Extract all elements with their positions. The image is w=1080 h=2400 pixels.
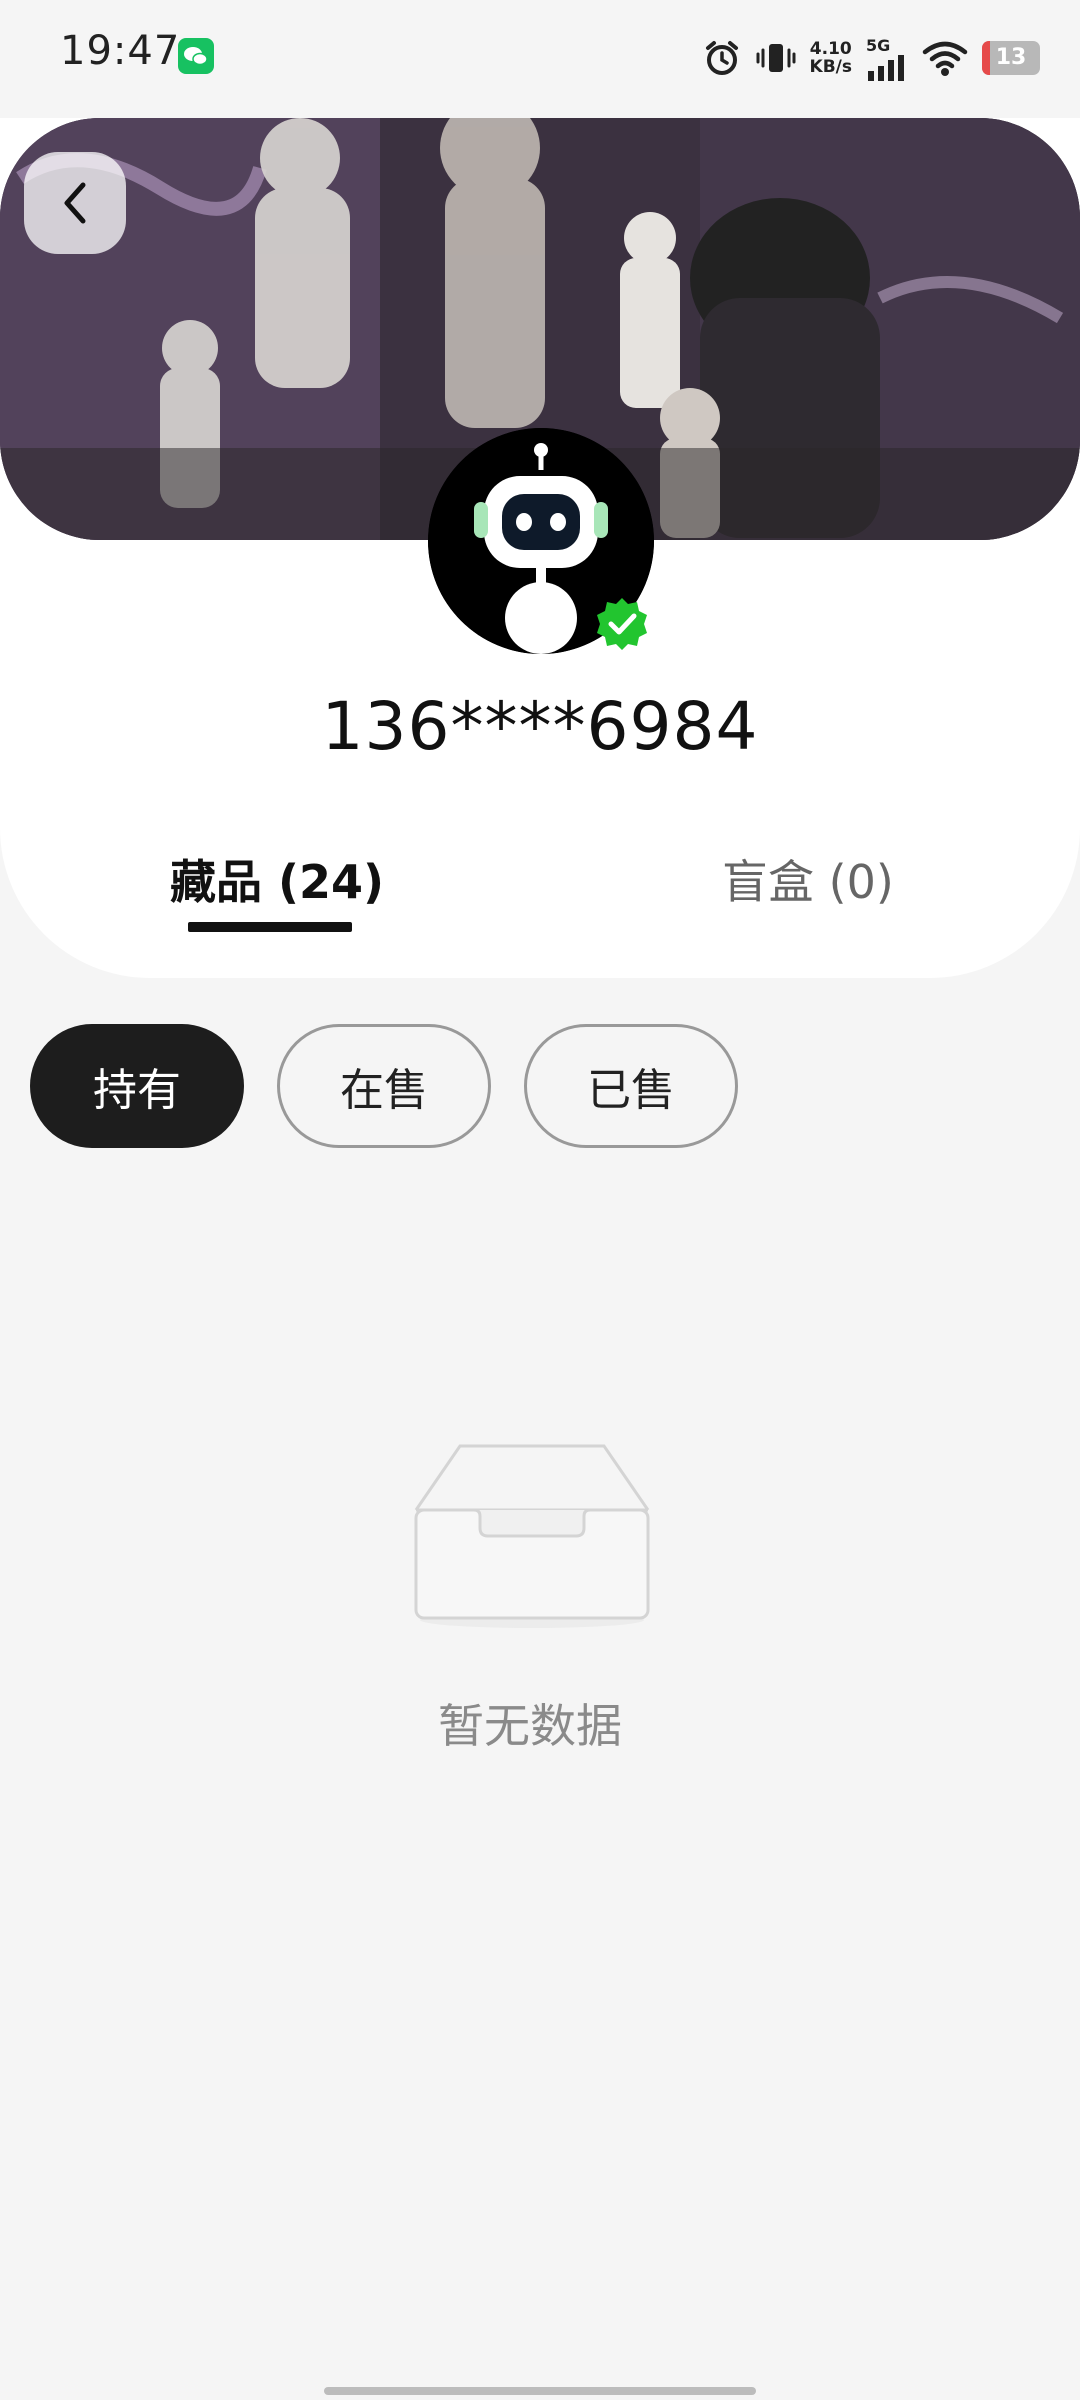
back-button[interactable] [24, 152, 126, 254]
verified-badge-icon [594, 596, 650, 652]
battery-indicator: 13 [982, 41, 1040, 75]
tab-collectibles[interactable]: 藏品 (24) [170, 852, 384, 912]
wechat-notification-icon [178, 38, 214, 74]
empty-inbox-icon [410, 1440, 654, 1630]
active-tab-indicator [188, 922, 352, 932]
home-indicator[interactable] [324, 2387, 756, 2395]
wifi-icon [922, 41, 968, 76]
network-speed-unit: KB/s [809, 57, 852, 77]
status-time: 19:47 [60, 28, 181, 74]
alarm-icon [705, 41, 738, 75]
tab-blind-boxes[interactable]: 盲盒 (0) [722, 852, 894, 912]
filter-on-sale-button[interactable]: 在售 [277, 1024, 491, 1148]
status-bar: 19:47 4.10 KB/s 5G 13 [0, 0, 1080, 118]
empty-state-message: 暂无数据 [438, 1699, 622, 1753]
chevron-left-icon [64, 182, 86, 224]
status-icons: 4.10 KB/s 5G 13 [702, 30, 1040, 86]
network-type: 5G [866, 35, 891, 55]
signal-bars-icon [868, 54, 904, 81]
vibrate-icon [756, 44, 796, 72]
cellular-signal: 5G [866, 36, 908, 81]
network-speed: 4.10 KB/s [810, 40, 852, 76]
network-speed-value: 4.10 [809, 39, 852, 59]
filter-sold-button[interactable]: 已售 [524, 1024, 738, 1148]
filter-held-button[interactable]: 持有 [30, 1024, 244, 1148]
battery-level: 13 [995, 45, 1027, 70]
profile-username: 136****6984 [321, 688, 759, 765]
